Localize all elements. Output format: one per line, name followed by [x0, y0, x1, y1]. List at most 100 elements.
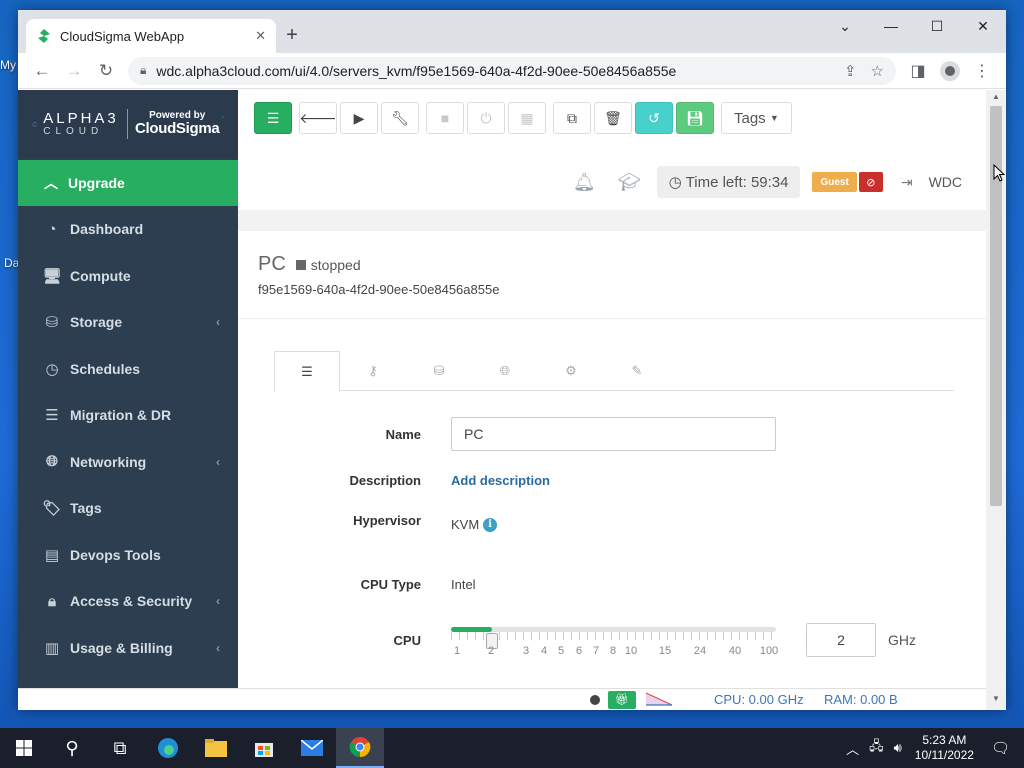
ban-icon[interactable]: ⊘ — [858, 172, 883, 192]
file-explorer-icon[interactable] — [192, 728, 240, 768]
chrome-browser-icon[interactable] — [336, 728, 384, 768]
start-button[interactable]: ▶ — [340, 102, 378, 134]
browser-toolbar: ← → ↻ 🔒︎ wdc.alpha3cloud.com/ui/4.0/serv… — [18, 53, 1006, 89]
profile-avatar[interactable] — [934, 57, 966, 85]
sidebar-item-label: Migration & DR — [70, 407, 172, 424]
tab-keys[interactable]: ⚷ — [340, 351, 406, 391]
stop-button[interactable]: ■ — [426, 102, 464, 134]
usage-sparkline-icon — [645, 692, 673, 706]
cpu-value-input[interactable]: 2 — [806, 623, 876, 657]
cputype-label: CPU Type — [360, 577, 421, 592]
browser-tab[interactable]: CloudSigma WebApp ✕ — [26, 19, 276, 53]
tags-dropdown-button[interactable]: Tags ▼ — [721, 102, 792, 134]
side-panel-icon[interactable]: ◨ — [902, 57, 934, 85]
sidebar: ALPHA3 CLOUD Powered by CloudSigma ︿ Upg… — [18, 90, 238, 690]
tags-icon: 🏷︎ — [42, 500, 62, 518]
menu-toggle-button[interactable]: ☰ — [254, 102, 292, 134]
chevron-up-icon[interactable]: ︿ — [846, 739, 859, 758]
clock[interactable]: 5:23 AM 10/11/2022 — [915, 733, 974, 763]
network-icon[interactable]: 🖧︎ — [869, 737, 884, 759]
gift-icon[interactable]: 🎁︎ — [608, 690, 636, 709]
name-input[interactable]: PC — [451, 417, 776, 451]
sidebar-item-label: Devops Tools — [70, 546, 161, 563]
slider-tick-label: 40 — [728, 645, 742, 657]
search-icon[interactable]: ⚲ — [48, 728, 96, 768]
form-row-cputype: CPU Type Intel — [238, 577, 986, 592]
cloudsigma-mark-icon — [222, 115, 224, 119]
add-description-link[interactable]: Add description — [451, 473, 550, 488]
task-view-icon[interactable]: ⧉ — [96, 728, 144, 768]
detail-tabs: ☰ ⚷ ⛁ 🌐︎ ⚙ ✎ — [274, 351, 954, 392]
sidebar-item-upgrade[interactable]: ︿ Upgrade — [18, 160, 238, 206]
back-icon[interactable]: ← — [26, 57, 58, 85]
forward-icon[interactable]: → — [58, 57, 90, 85]
tab-title: CloudSigma WebApp — [60, 28, 185, 44]
desktop-icon-label[interactable]: My — [0, 58, 16, 72]
power-icon[interactable]: ⏻ — [467, 102, 505, 134]
sidebar-item-devops-tools[interactable]: ▤ Devops Tools — [18, 532, 238, 579]
sidebar-item-migration-dr[interactable]: ☰ Migration & DR — [18, 392, 238, 439]
maximize-icon[interactable]: ☐ — [914, 10, 960, 42]
undo-button[interactable]: ↺ — [635, 102, 673, 134]
form-row-cpu: CPU 1 2 3 4 5 6 7 8 10 15 24 40 100 2 GHz — [238, 623, 986, 657]
wrench-icon[interactable]: 🔧︎ — [381, 102, 419, 134]
address-bar[interactable]: 🔒︎ wdc.alpha3cloud.com/ui/4.0/servers_kv… — [128, 56, 896, 85]
chevron-left-icon: ‹ — [216, 454, 220, 469]
sign-out-icon[interactable]: ⇥ — [901, 174, 913, 191]
tab-network[interactable]: 🌐︎ — [472, 351, 538, 391]
bookmark-star-icon[interactable]: ☆ — [871, 62, 884, 80]
stopped-square-icon — [295, 260, 306, 270]
windows-start-icon[interactable] — [0, 728, 48, 768]
tab-search-icon[interactable]: ⌄ — [822, 10, 868, 42]
back-button[interactable]: 🡐 — [299, 102, 337, 134]
slider-tick-label: 2 — [487, 645, 495, 657]
edge-browser-icon[interactable] — [144, 728, 192, 768]
sidebar-item-access-security[interactable]: 🔒︎ Access & Security ‹ — [18, 578, 238, 625]
description-label: Description — [349, 473, 421, 488]
bell-icon[interactable]: 🔔︎ — [573, 172, 596, 193]
sidebar-item-schedules[interactable]: ◷ Schedules — [18, 346, 238, 393]
mail-icon[interactable] — [288, 728, 336, 768]
share-icon[interactable]: ⇪ — [844, 62, 857, 80]
clone-button[interactable]: ⧉ — [553, 102, 591, 134]
sidebar-item-networking[interactable]: 🌐︎ Networking ‹ — [18, 439, 238, 486]
sidebar-item-usage-billing[interactable]: ▥ Usage & Billing ‹ — [18, 625, 238, 672]
new-tab-button[interactable]: + — [278, 22, 306, 50]
console-icon[interactable]: ▦ — [508, 102, 546, 134]
minimize-icon[interactable]: — — [868, 10, 914, 42]
monitor-icon: 🖥︎ — [42, 267, 62, 285]
lock-icon[interactable]: 🔒︎ — [140, 63, 146, 78]
tab-drives[interactable]: ⛁ — [406, 351, 472, 391]
scroll-up-icon[interactable]: ▲ — [986, 92, 1006, 101]
sidebar-item-dashboard[interactable]: ◔ Dashboard — [18, 206, 238, 253]
menu-kebab-icon[interactable]: ⋮ — [966, 57, 998, 85]
slider-tick-label: 24 — [693, 645, 707, 657]
save-button[interactable]: 💾︎ — [676, 102, 714, 134]
sidebar-item-tags[interactable]: 🏷︎ Tags — [18, 485, 238, 532]
location-label[interactable]: WDC — [929, 174, 962, 190]
tab-settings[interactable]: ⚙ — [538, 351, 604, 391]
delete-button[interactable]: 🗑︎ — [594, 102, 632, 134]
info-icon[interactable]: i — [483, 517, 498, 532]
brand-logo[interactable]: ALPHA3 CLOUD Powered by CloudSigma — [18, 90, 238, 158]
tab-close-icon[interactable]: ✕ — [255, 28, 266, 44]
store-icon[interactable] — [240, 728, 288, 768]
notifications-icon[interactable]: 🗨︎ — [991, 739, 1010, 757]
reload-icon[interactable]: ↻ — [90, 57, 122, 85]
lock-icon: 🔒︎ — [48, 592, 56, 610]
sidebar-item-compute[interactable]: 🖥︎ Compute — [18, 253, 238, 300]
tab-properties[interactable]: ☰ — [274, 351, 340, 392]
close-icon[interactable]: ✕ — [960, 10, 1006, 42]
tab-strip: CloudSigma WebApp ✕ + ⌄ — ☐ ✕ — [18, 10, 1006, 53]
cpu-slider[interactable]: 1 2 3 4 5 6 7 8 10 15 24 40 100 — [451, 623, 778, 657]
tab-edit[interactable]: ✎ — [604, 351, 670, 391]
graduation-cap-icon[interactable]: 🎓︎ — [618, 172, 641, 193]
main-area: ☰ 🡐 ▶ 🔧︎ ■ ⏻ ▦ ⧉ 🗑︎ ↺ 💾︎ Tags ▼ 🔔︎ 🎓︎ ◷ … — [238, 90, 986, 691]
volume-icon[interactable]: 🔊︎ — [894, 740, 902, 756]
sidebar-item-storage[interactable]: ⛁ Storage ‹ — [18, 299, 238, 346]
url-text[interactable]: wdc.alpha3cloud.com/ui/4.0/servers_kvm/f… — [156, 63, 830, 79]
slider-tick-label: 4 — [540, 645, 548, 657]
slider-tick-label: 5 — [557, 645, 565, 657]
scroll-down-icon[interactable]: ▼ — [986, 694, 1006, 703]
status-dot-icon — [590, 694, 600, 705]
